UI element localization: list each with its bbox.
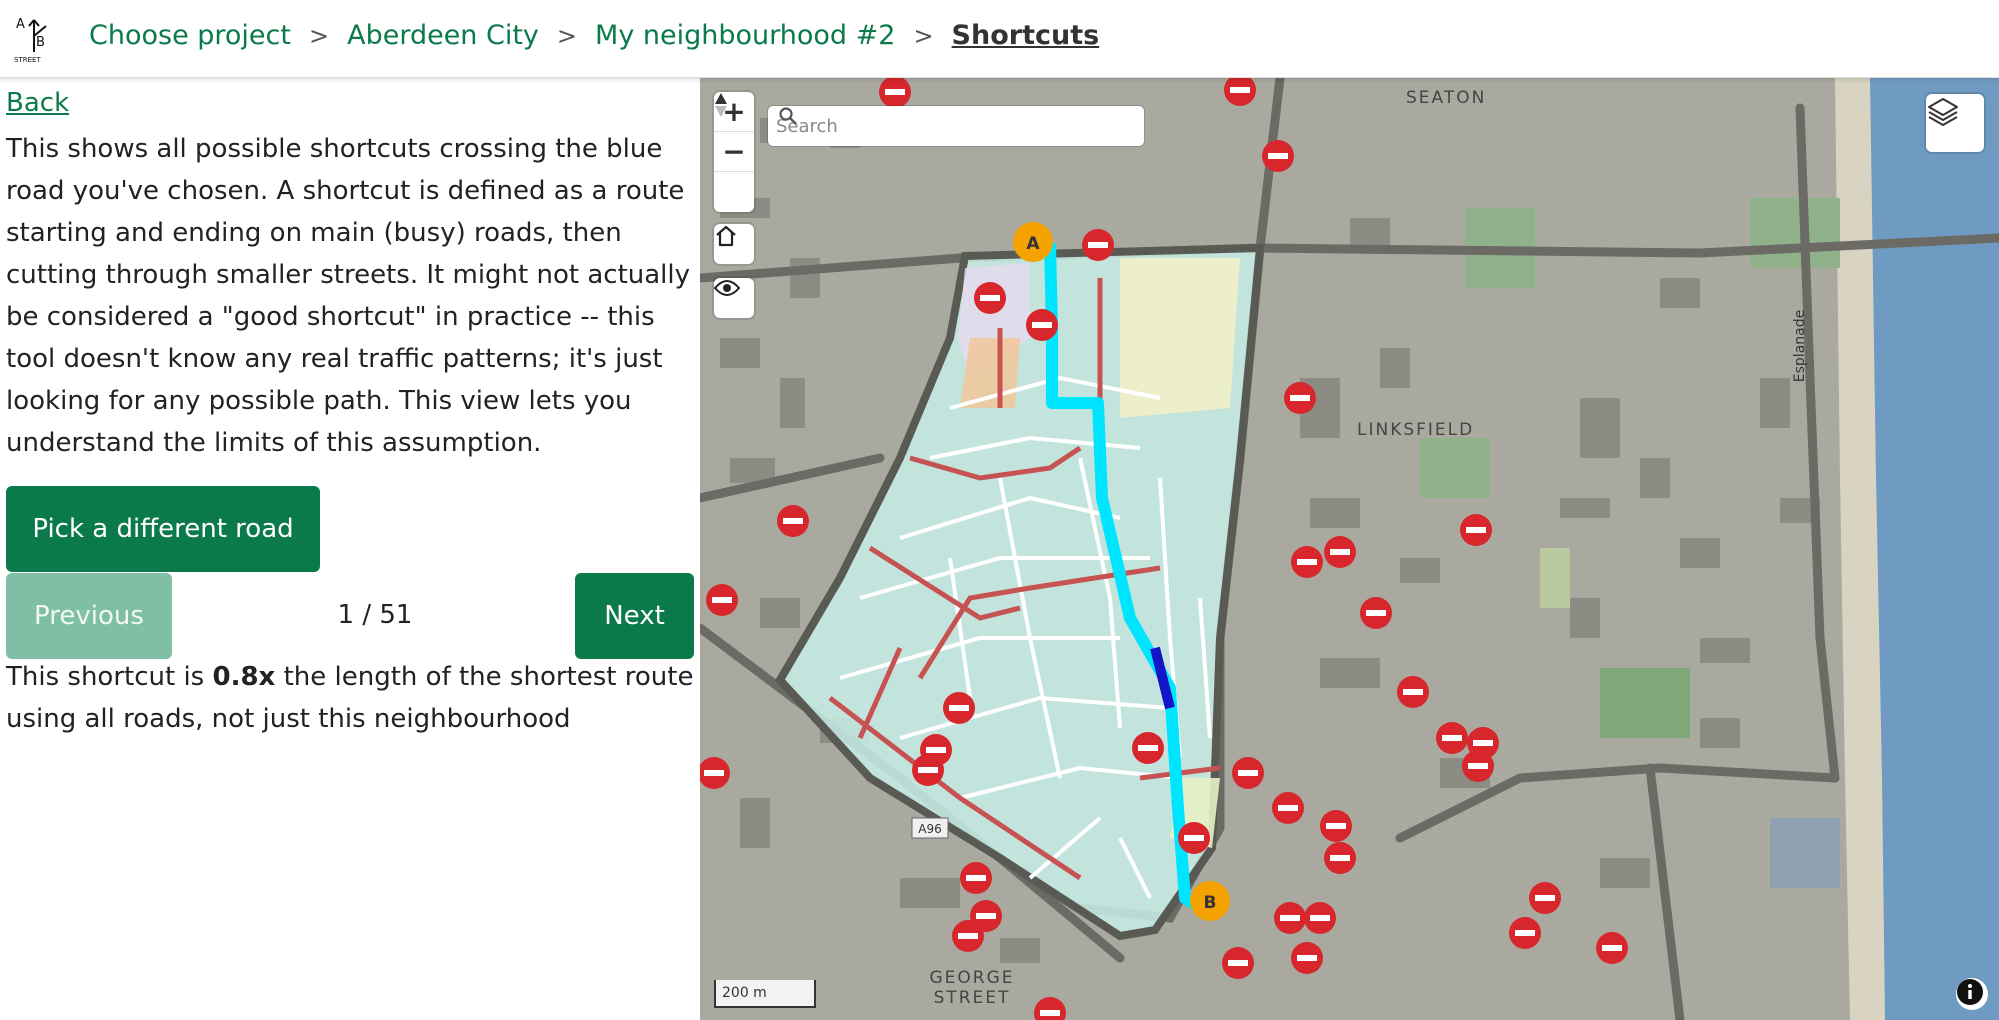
- breadcrumb: Choose project > Aberdeen City > My neig…: [89, 20, 1099, 51]
- map-search-box: [768, 106, 1144, 146]
- zoom-controls: + −: [714, 92, 754, 212]
- search-input[interactable]: [776, 115, 1096, 137]
- sea: [1870, 78, 1999, 1020]
- length-ratio: 0.8x: [212, 662, 276, 692]
- top-bar: A B STREET Choose project > Aberdeen Cit…: [0, 0, 1999, 78]
- svg-text:A: A: [1026, 234, 1040, 254]
- next-button[interactable]: Next: [575, 573, 694, 659]
- breadcrumb-neighbourhood[interactable]: My neighbourhood #2: [595, 20, 895, 51]
- sidebar: Back This shows all possible shortcuts c…: [0, 78, 700, 1020]
- map-view[interactable]: A B A96 Esplanade SEATON LINKSFIELD GEOR…: [700, 78, 1999, 1020]
- logo-letter-a: A: [16, 17, 25, 32]
- info-icon: [1957, 979, 1983, 1005]
- map-canvas[interactable]: A B A96 Esplanade: [700, 78, 1999, 1020]
- layers-icon: [1928, 98, 1958, 126]
- back-link[interactable]: Back: [6, 88, 69, 118]
- previous-button[interactable]: Previous: [6, 573, 172, 659]
- a96-road-shield: A96: [911, 817, 949, 839]
- a-b-street-logo[interactable]: A B STREET: [12, 12, 56, 64]
- shortcut-result-text: This shortcut is 0.8x the length of the …: [6, 662, 694, 734]
- breadcrumb-separator: >: [913, 21, 934, 50]
- eye-icon: [714, 280, 740, 296]
- breadcrumb-separator: >: [308, 21, 330, 50]
- breadcrumb-separator: >: [556, 21, 578, 50]
- george-street-label: GEORGE STREET: [929, 968, 1015, 1008]
- breadcrumb-choose-project[interactable]: Choose project: [89, 20, 291, 51]
- breadcrumb-aberdeen-city[interactable]: Aberdeen City: [347, 20, 539, 51]
- home-button[interactable]: [714, 224, 754, 264]
- esplanade-label: Esplanade: [1792, 310, 1808, 382]
- marker-a: A: [1013, 222, 1053, 262]
- pick-different-road-button[interactable]: Pick a different road: [6, 486, 320, 572]
- compass-icon: [715, 93, 727, 117]
- svg-text:A96: A96: [918, 822, 941, 836]
- attribution-info-button[interactable]: [1956, 978, 1988, 1010]
- scale-bar: 200 m: [714, 980, 816, 1008]
- shortcut-description: This shows all possible shortcuts crossi…: [6, 134, 691, 458]
- shortcut-counter: 1 / 51: [337, 600, 413, 630]
- visibility-toggle-button[interactable]: [714, 278, 754, 318]
- compass-button[interactable]: [714, 93, 754, 212]
- zoom-out-button[interactable]: −: [714, 132, 754, 172]
- layers-button[interactable]: [1926, 94, 1984, 152]
- logo-word-street: STREET: [14, 56, 41, 64]
- home-icon: [716, 225, 736, 247]
- logo-letter-b: B: [36, 35, 45, 50]
- linksfield-label: LINKSFIELD: [1357, 420, 1475, 440]
- svg-text:B: B: [1204, 893, 1217, 913]
- seaton-label: SEATON: [1406, 88, 1487, 108]
- marker-b: B: [1190, 881, 1230, 921]
- search-icon: [779, 107, 797, 125]
- page-title: Shortcuts: [951, 20, 1100, 51]
